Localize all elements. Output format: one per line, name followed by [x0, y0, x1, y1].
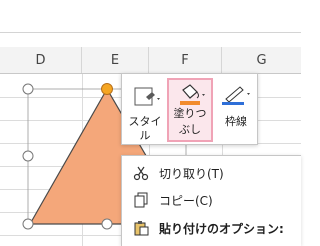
paint-bucket-icon	[180, 84, 205, 105]
menu-item-label: 切り取り(T)	[159, 166, 224, 181]
menu-item-label: 貼り付けのオプション:	[159, 221, 284, 236]
adjustment-handle[interactable]	[101, 83, 113, 95]
style-brush-icon	[134, 87, 160, 106]
style-button-label: スタイル	[128, 115, 162, 142]
fill-button-label-line2: ぶし	[179, 123, 201, 136]
resize-handle-top-left[interactable]	[22, 83, 34, 95]
scissors-icon	[133, 166, 149, 181]
mini-toolbar: スタイル 塗りつ ぶし 枠線	[121, 73, 258, 145]
menu-item-paste-options: 貼り付けのオプション:	[122, 215, 302, 241]
fill-button-label-line1: 塗りつ	[173, 107, 207, 120]
style-button[interactable]: スタイル	[125, 78, 165, 142]
resize-handle-middle-left[interactable]	[22, 150, 34, 162]
fill-button[interactable]: 塗りつ ぶし	[167, 78, 213, 142]
copy-icon	[134, 192, 148, 208]
outline-button[interactable]: 枠線	[216, 78, 256, 142]
paste-icon	[134, 221, 149, 236]
outline-button-label: 枠線	[225, 115, 247, 128]
menu-item-copy[interactable]: コピー(C)	[122, 187, 302, 213]
resize-handle-bottom-middle[interactable]	[101, 218, 113, 230]
menu-item-cut[interactable]: 切り取り(T)	[122, 160, 302, 186]
menu-item-label: コピー(C)	[159, 193, 213, 208]
resize-handle-bottom-left[interactable]	[22, 218, 34, 230]
pen-icon	[222, 86, 250, 105]
context-menu: 切り取り(T) コピー(C) 貼り付けのオプション:	[121, 155, 301, 246]
